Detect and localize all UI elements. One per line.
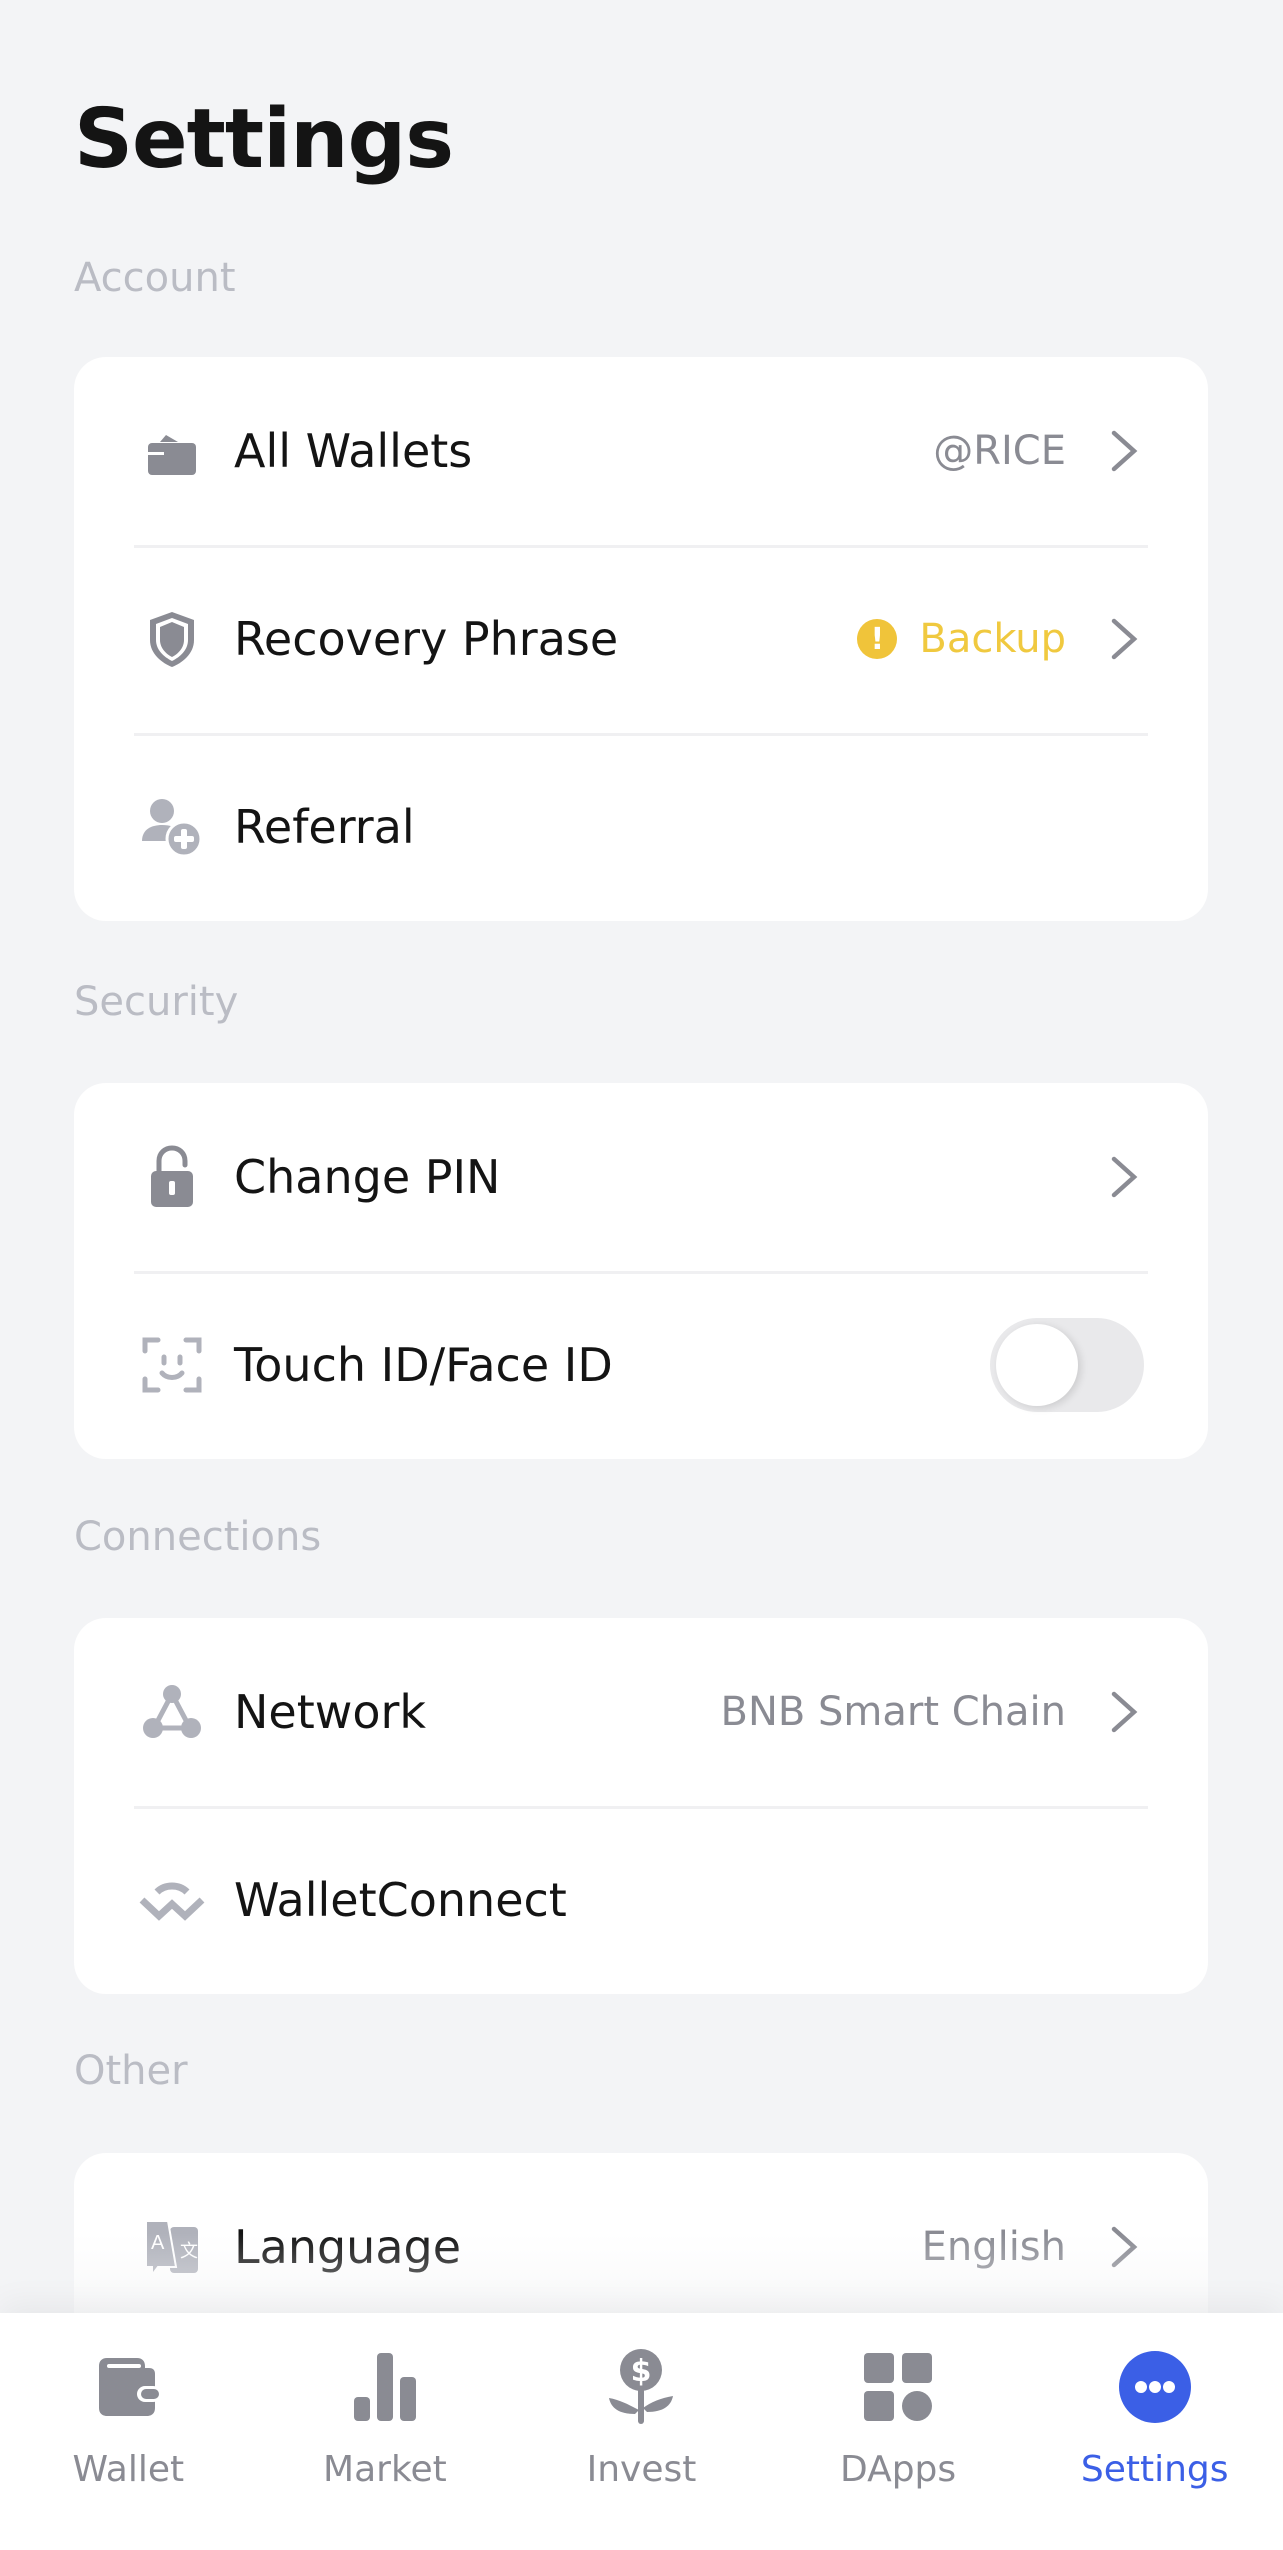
svg-text:A: A	[151, 2232, 165, 2254]
apps-grid-icon	[858, 2347, 938, 2427]
change-pin-row[interactable]: Change PIN	[74, 1083, 1208, 1271]
referral-label: Referral	[234, 800, 415, 854]
more-dots-icon	[1115, 2347, 1195, 2427]
account-card: All Wallets @RICE Recovery Phrase ! Back…	[74, 357, 1208, 921]
toggle-knob	[996, 1324, 1078, 1406]
referral-row[interactable]: Referral	[74, 733, 1208, 921]
walletconnect-icon	[136, 1864, 208, 1936]
page-title: Settings	[74, 92, 454, 187]
warning-icon: !	[857, 619, 898, 659]
lock-icon	[136, 1141, 208, 1213]
current-wallet-value: @RICE	[933, 428, 1066, 474]
nav-label-market: Market	[323, 2449, 447, 2490]
face-id-icon	[136, 1329, 208, 1401]
section-label-account: Account	[74, 255, 236, 301]
recovery-phrase-label: Recovery Phrase	[234, 612, 619, 666]
nav-label-settings: Settings	[1080, 2449, 1229, 2490]
section-label-connections: Connections	[74, 1514, 322, 1560]
connections-card: Network BNB Smart Chain WalletConnect	[74, 1618, 1208, 1994]
all-wallets-row[interactable]: All Wallets @RICE	[74, 357, 1208, 545]
chevron-right-icon	[1106, 429, 1142, 473]
chevron-right-icon	[1106, 1690, 1142, 1734]
network-value: BNB Smart Chain	[720, 1689, 1067, 1735]
chevron-right-icon	[1106, 617, 1142, 661]
biometric-label: Touch ID/Face ID	[234, 1338, 613, 1392]
section-label-other: Other	[74, 2048, 188, 2094]
nav-label-invest: Invest	[586, 2449, 697, 2490]
nav-tab-dapps[interactable]: DApps	[770, 2313, 1027, 2550]
shield-icon	[136, 603, 208, 675]
nav-label-wallet: Wallet	[72, 2449, 185, 2490]
nav-tab-settings[interactable]: Settings	[1026, 2313, 1283, 2550]
nav-tab-wallet[interactable]: Wallet	[0, 2313, 257, 2550]
biometric-toggle[interactable]	[990, 1318, 1144, 1412]
wallet-icon	[88, 2347, 168, 2427]
recovery-phrase-row[interactable]: Recovery Phrase ! Backup	[74, 545, 1208, 733]
language-value: English	[921, 2224, 1066, 2270]
wallet-icon	[136, 415, 208, 487]
section-label-security: Security	[74, 979, 239, 1025]
nav-tab-market[interactable]: Market	[257, 2313, 514, 2550]
change-pin-label: Change PIN	[234, 1150, 501, 1204]
money-plant-icon: $	[601, 2347, 681, 2427]
backup-status-text: Backup	[919, 616, 1066, 662]
nav-tab-invest[interactable]: $ Invest	[513, 2313, 770, 2550]
nav-label-dapps: DApps	[839, 2449, 957, 2490]
network-row[interactable]: Network BNB Smart Chain	[74, 1618, 1208, 1806]
svg-text:文: 文	[180, 2241, 198, 2262]
security-card: Change PIN Touch ID/Face ID	[74, 1083, 1208, 1459]
biometric-row: Touch ID/Face ID	[74, 1271, 1208, 1459]
chevron-right-icon	[1106, 1155, 1142, 1199]
network-icon	[136, 1676, 208, 1748]
add-user-icon	[136, 791, 208, 863]
walletconnect-label: WalletConnect	[234, 1873, 567, 1927]
bottom-nav: Wallet Market $ Invest DApps Settings	[0, 2313, 1283, 2550]
network-label: Network	[234, 1685, 427, 1739]
all-wallets-label: All Wallets	[234, 424, 473, 478]
language-label: Language	[234, 2220, 462, 2274]
walletconnect-row[interactable]: WalletConnect	[74, 1806, 1208, 1994]
bar-chart-icon	[345, 2347, 425, 2427]
backup-status: ! Backup	[857, 616, 1066, 662]
translate-icon: A文	[136, 2211, 208, 2283]
chevron-right-icon	[1106, 2225, 1142, 2269]
svg-text:$: $	[631, 2354, 652, 2389]
